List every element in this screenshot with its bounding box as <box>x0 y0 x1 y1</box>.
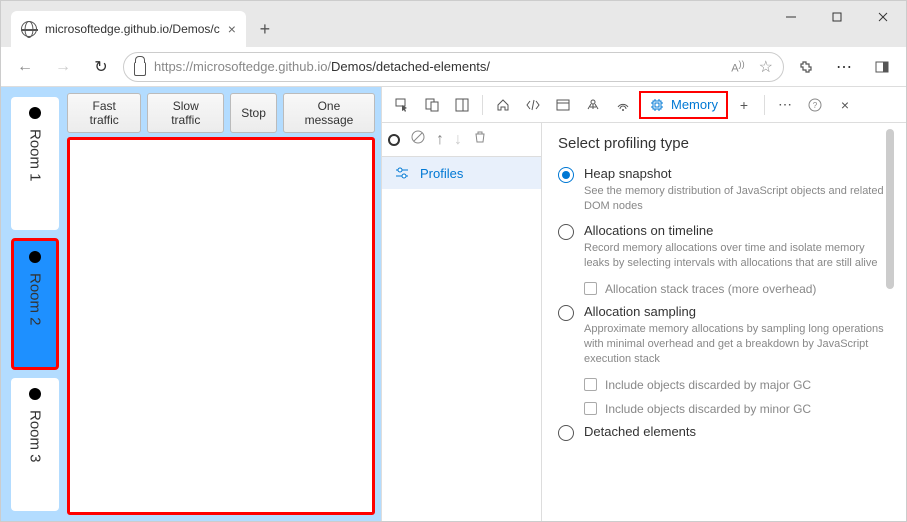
memory-tab-label: Memory <box>671 97 718 112</box>
traffic-button[interactable]: One message <box>283 93 375 133</box>
titlebar: microsoftedge.github.io/Demos/c × + <box>1 1 906 47</box>
tab-title: microsoftedge.github.io/Demos/c <box>45 22 220 36</box>
close-window-button[interactable] <box>860 1 906 33</box>
traffic-button[interactable]: Fast traffic <box>67 93 141 133</box>
sidebar-button[interactable] <box>866 51 898 83</box>
radio-button[interactable] <box>558 167 574 183</box>
radio-button[interactable] <box>558 305 574 321</box>
status-dot <box>29 388 41 400</box>
content-area: Room 1 Room 2 Room 3 Fast trafficSlow traf… <box>1 87 906 521</box>
option-desc: Record memory allocations over time and … <box>584 241 890 272</box>
room-button[interactable]: Room 2 <box>11 238 59 371</box>
profiling-option[interactable]: Allocations on timeline Record memory all… <box>558 223 890 272</box>
import-button[interactable]: ↑ <box>436 131 444 149</box>
app-tab[interactable] <box>549 91 577 119</box>
option-desc: See the memory distribution of JavaScrip… <box>584 184 890 215</box>
scrollbar[interactable] <box>886 129 894 289</box>
checkbox[interactable] <box>584 378 597 391</box>
checkbox-row[interactable]: Include objects discarded by minor GC <box>584 402 890 416</box>
device-icon[interactable] <box>418 91 446 119</box>
window-controls <box>768 1 906 33</box>
devtools-menu[interactable]: ⋯ <box>771 91 799 119</box>
profiling-heading: Select profiling type <box>558 135 890 152</box>
welcome-tab[interactable] <box>489 91 517 119</box>
dock-icon[interactable] <box>448 91 476 119</box>
profiling-option[interactable]: Detached elements <box>558 424 890 441</box>
status-dot <box>29 251 41 263</box>
memory-tab[interactable]: Memory <box>639 91 728 119</box>
checkbox-row[interactable]: Include objects discarded by major GC <box>584 378 890 392</box>
profiles-item[interactable]: Profiles <box>382 157 541 189</box>
extensions-button[interactable] <box>790 51 822 83</box>
profiling-option[interactable]: Allocation sampling Approximate memory al… <box>558 304 890 368</box>
favorite-icon[interactable]: ☆ <box>759 57 773 77</box>
checkbox-label: Include objects discarded by major GC <box>605 378 811 392</box>
minimize-button[interactable] <box>768 1 814 33</box>
devtools-body: ↑ ↓ Profiles Select profiling type Heap … <box>382 123 906 521</box>
option-title: Allocations on timeline <box>584 223 890 238</box>
devtools-tabbar: Memory + ⋯ ? × <box>382 87 906 123</box>
devtools-sidebar: ↑ ↓ Profiles <box>382 123 542 521</box>
room-button[interactable]: Room 3 <box>11 378 59 511</box>
record-button[interactable] <box>388 134 400 146</box>
url-text: https://microsoftedge.github.io/Demos/de… <box>154 59 490 74</box>
option-title: Detached elements <box>584 424 696 439</box>
checkbox-row[interactable]: Allocation stack traces (more overhead) <box>584 282 890 296</box>
memory-toolbar: ↑ ↓ <box>382 123 541 157</box>
help-icon[interactable]: ? <box>801 91 829 119</box>
devtools-panel: Memory + ⋯ ? × ↑ ↓ Profiles <box>381 87 906 521</box>
option-title: Allocation sampling <box>584 304 890 319</box>
option-title: Heap snapshot <box>584 166 890 181</box>
page-content: Room 1 Room 2 Room 3 Fast trafficSlow traf… <box>1 87 381 521</box>
message-output <box>67 137 375 515</box>
sliders-icon <box>394 165 410 181</box>
maximize-button[interactable] <box>814 1 860 33</box>
status-dot <box>29 107 41 119</box>
address-bar: ← → ↻ https://microsoftedge.github.io/De… <box>1 47 906 87</box>
reader-icon[interactable]: A)) <box>731 59 744 75</box>
checkbox[interactable] <box>584 402 597 415</box>
lock-icon <box>134 62 146 76</box>
checkbox[interactable] <box>584 282 597 295</box>
delete-button[interactable] <box>472 129 488 150</box>
more-tabs-button[interactable]: + <box>730 91 758 119</box>
room-label: Room 2 <box>27 273 44 326</box>
radio-button[interactable] <box>558 425 574 441</box>
radio-button[interactable] <box>558 224 574 240</box>
profiling-options: Select profiling type Heap snapshot See t… <box>542 123 906 521</box>
globe-icon <box>21 21 37 37</box>
back-button[interactable]: ← <box>9 51 41 83</box>
page-main: Fast trafficSlow trafficStopOne message <box>63 93 375 515</box>
elements-tab[interactable] <box>519 91 547 119</box>
profiling-option[interactable]: Heap snapshot See the memory distribution… <box>558 166 890 215</box>
inspect-icon[interactable] <box>388 91 416 119</box>
traffic-button[interactable]: Slow traffic <box>147 93 224 133</box>
export-button: ↓ <box>454 131 462 149</box>
clear-button[interactable] <box>410 129 426 150</box>
url-input[interactable]: https://microsoftedge.github.io/Demos/de… <box>123 52 784 82</box>
profiles-label: Profiles <box>420 166 463 181</box>
option-desc: Approximate memory allocations by sampli… <box>584 322 890 368</box>
checkbox-label: Include objects discarded by minor GC <box>605 402 811 416</box>
traffic-button[interactable]: Stop <box>230 93 277 133</box>
checkbox-label: Allocation stack traces (more overhead) <box>605 282 816 296</box>
button-row: Fast trafficSlow trafficStopOne message <box>67 93 375 133</box>
refresh-button[interactable]: ↻ <box>85 51 117 83</box>
room-label: Room 1 <box>27 129 44 182</box>
close-devtools-button[interactable]: × <box>831 91 859 119</box>
forward-button: → <box>47 51 79 83</box>
room-button[interactable]: Room 1 <box>11 97 59 230</box>
new-tab-button[interactable]: + <box>250 14 280 44</box>
menu-button[interactable]: ⋯ <box>828 51 860 83</box>
room-label: Room 3 <box>27 410 44 463</box>
svg-text:?: ? <box>813 101 818 110</box>
room-sidebar: Room 1 Room 2 Room 3 <box>7 93 63 515</box>
network-tab[interactable] <box>609 91 637 119</box>
console-tab[interactable] <box>579 91 607 119</box>
close-tab-icon[interactable]: × <box>228 21 236 37</box>
browser-tab[interactable]: microsoftedge.github.io/Demos/c × <box>11 11 246 47</box>
chip-icon <box>649 97 665 113</box>
